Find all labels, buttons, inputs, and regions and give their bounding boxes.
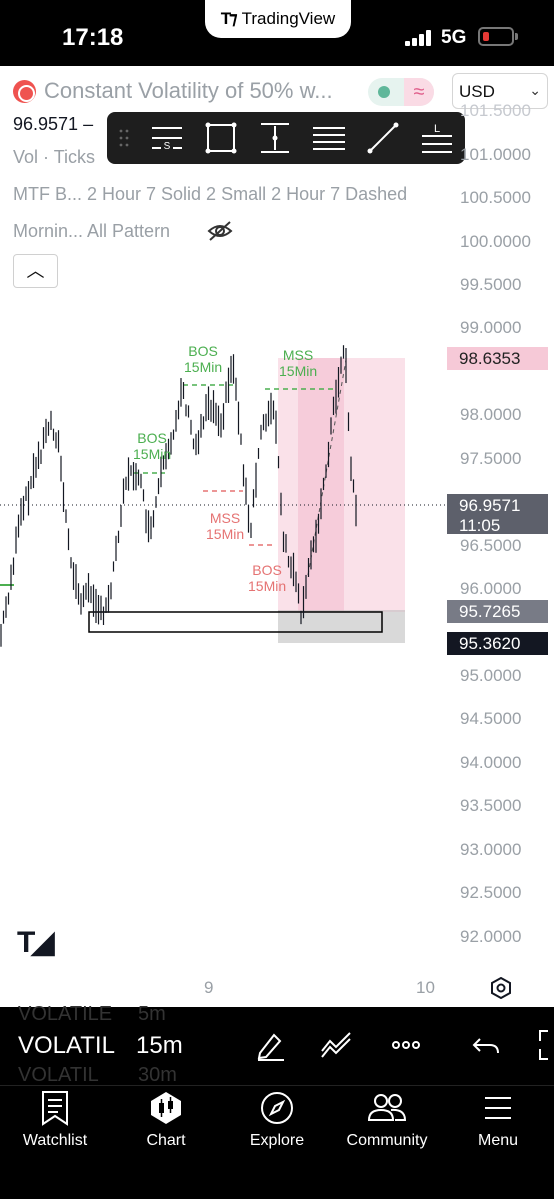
level-price-tag-b: 95.3620 bbox=[447, 632, 548, 655]
symbol-title[interactable]: Constant Volatility of 50% w... bbox=[44, 78, 333, 104]
parallel-lines-icon[interactable] bbox=[311, 120, 347, 156]
symbol-picker[interactable]: VOLATIL bbox=[18, 1032, 115, 1060]
symbol-ghost-above: VOLATILE bbox=[18, 1003, 113, 1025]
nav-label: Menu bbox=[477, 1132, 519, 1149]
compass-icon bbox=[261, 1092, 293, 1124]
undo-icon[interactable] bbox=[470, 1029, 502, 1061]
chevron-up-icon: ︿ bbox=[26, 261, 45, 281]
chevron-down-icon: ⌄ bbox=[529, 82, 541, 98]
mss-annotation-red: MSS 15Min bbox=[206, 510, 245, 542]
time-axis-label: 10 bbox=[416, 978, 435, 997]
drawing-toolbar: S L bbox=[107, 112, 465, 164]
current-price-tag: 96.9571 11:05 bbox=[447, 494, 548, 535]
trend-line-icon[interactable] bbox=[365, 120, 401, 156]
indicator-line-2[interactable]: Mornin... All Pattern bbox=[13, 221, 170, 242]
interval-picker[interactable]: 15m bbox=[136, 1032, 183, 1060]
fullscreen-icon[interactable] bbox=[536, 1029, 554, 1061]
nav-community[interactable]: Community bbox=[332, 1090, 442, 1150]
watchlist-icon bbox=[42, 1091, 68, 1126]
drag-handle-icon[interactable] bbox=[118, 128, 130, 148]
bos-annotation-red: BOS 15Min bbox=[248, 562, 287, 594]
market-status-toggle[interactable]: ≈ bbox=[368, 78, 434, 106]
level-price-tag-a: 95.7265 bbox=[447, 600, 548, 623]
rectangle-icon[interactable] bbox=[203, 120, 239, 156]
price-axis-label: 92.0000 bbox=[460, 927, 522, 946]
more-icon[interactable] bbox=[390, 1029, 422, 1061]
price-axis-label-partial: 101.5000 bbox=[460, 101, 531, 120]
price-axis-label: 92.5000 bbox=[460, 883, 522, 902]
indicator-line[interactable]: MTF B... 2 Hour 7 Solid 2 Small 2 Hour 7… bbox=[13, 184, 407, 205]
vertical-range-icon[interactable] bbox=[257, 120, 293, 156]
svg-text:S: S bbox=[164, 141, 171, 152]
svg-text:L: L bbox=[434, 123, 440, 135]
horizontal-lines-l-icon[interactable]: L bbox=[419, 120, 455, 156]
tradingview-screen: 17:18 T⁊ TradingView 5G Constant Volatil… bbox=[0, 0, 554, 1199]
pink-zone-inner bbox=[298, 358, 344, 612]
symbol-price: 96.9571 – bbox=[13, 114, 93, 135]
price-axis-label: 99.5000 bbox=[460, 275, 522, 294]
eye-off-icon[interactable] bbox=[206, 219, 234, 243]
price-axis-label: 95.0000 bbox=[460, 666, 522, 685]
volume-label[interactable]: Vol · Ticks bbox=[13, 147, 95, 168]
market-status-dot-icon bbox=[378, 86, 390, 98]
nav-chart[interactable]: Chart bbox=[111, 1090, 221, 1150]
price-axis-label: 93.5000 bbox=[460, 796, 522, 815]
nav-explore[interactable]: Explore bbox=[222, 1090, 332, 1150]
price-axis-label: 93.0000 bbox=[460, 840, 522, 859]
symbol-price-suffix: – bbox=[83, 114, 94, 134]
mss-annotation-green: MSS 15Min bbox=[279, 347, 318, 379]
interval-ghost-below: 30m bbox=[138, 1064, 177, 1086]
symbol-price-value: 96.9571 bbox=[13, 114, 79, 134]
chart-settings-icon[interactable] bbox=[490, 977, 512, 999]
chart-icon bbox=[151, 1092, 181, 1124]
price-axis-label: 99.0000 bbox=[460, 318, 522, 337]
menu-icon bbox=[485, 1097, 511, 1119]
draw-pen-icon[interactable] bbox=[254, 1029, 286, 1061]
nav-label: Chart bbox=[146, 1132, 186, 1149]
current-price-value: 96.9571 bbox=[459, 496, 521, 515]
price-axis-label: 94.0000 bbox=[460, 753, 522, 772]
price-axis-label: 96.0000 bbox=[460, 579, 522, 598]
symbol-logo-icon bbox=[13, 80, 36, 103]
collapse-legend-button[interactable]: ︿ bbox=[13, 254, 58, 288]
price-axis-label: 97.5000 bbox=[460, 449, 522, 468]
toolbar-divider bbox=[0, 1085, 554, 1086]
currency-value: USD bbox=[459, 82, 495, 101]
community-icon bbox=[367, 1094, 407, 1121]
symbol-ghost-below: VOLATIL bbox=[18, 1064, 99, 1086]
time-axis-label: 9 bbox=[204, 978, 214, 997]
wave-icon: ≈ bbox=[404, 78, 434, 106]
gray-zone bbox=[278, 612, 405, 643]
price-axis-label: 101.0000 bbox=[460, 145, 531, 164]
bos-annotation-1: BOS 15Min bbox=[133, 430, 172, 462]
price-axis-label: 94.5000 bbox=[460, 709, 522, 728]
nav-watchlist[interactable]: Watchlist bbox=[0, 1090, 110, 1150]
nav-label: Community bbox=[346, 1132, 428, 1149]
interval-ghost-above: 5m bbox=[138, 1003, 166, 1025]
nav-label: Explore bbox=[249, 1132, 305, 1149]
indicators-icon[interactable] bbox=[320, 1029, 352, 1061]
high-price-tag: 98.6353 bbox=[447, 347, 548, 370]
bar-countdown: 11:05 bbox=[459, 516, 501, 535]
bos-annotation-2: BOS 15Min bbox=[184, 343, 223, 375]
price-axis-label: 100.0000 bbox=[460, 232, 531, 251]
tradingview-watermark-icon: T◢ bbox=[17, 926, 54, 959]
nav-menu[interactable]: Menu bbox=[443, 1090, 553, 1150]
horizontal-lines-s-icon[interactable]: S bbox=[149, 120, 185, 156]
price-axis-label: 96.5000 bbox=[460, 536, 522, 555]
price-axis-label: 100.5000 bbox=[460, 188, 531, 207]
price-axis-label: 98.0000 bbox=[460, 405, 522, 424]
nav-label: Watchlist bbox=[22, 1132, 88, 1149]
